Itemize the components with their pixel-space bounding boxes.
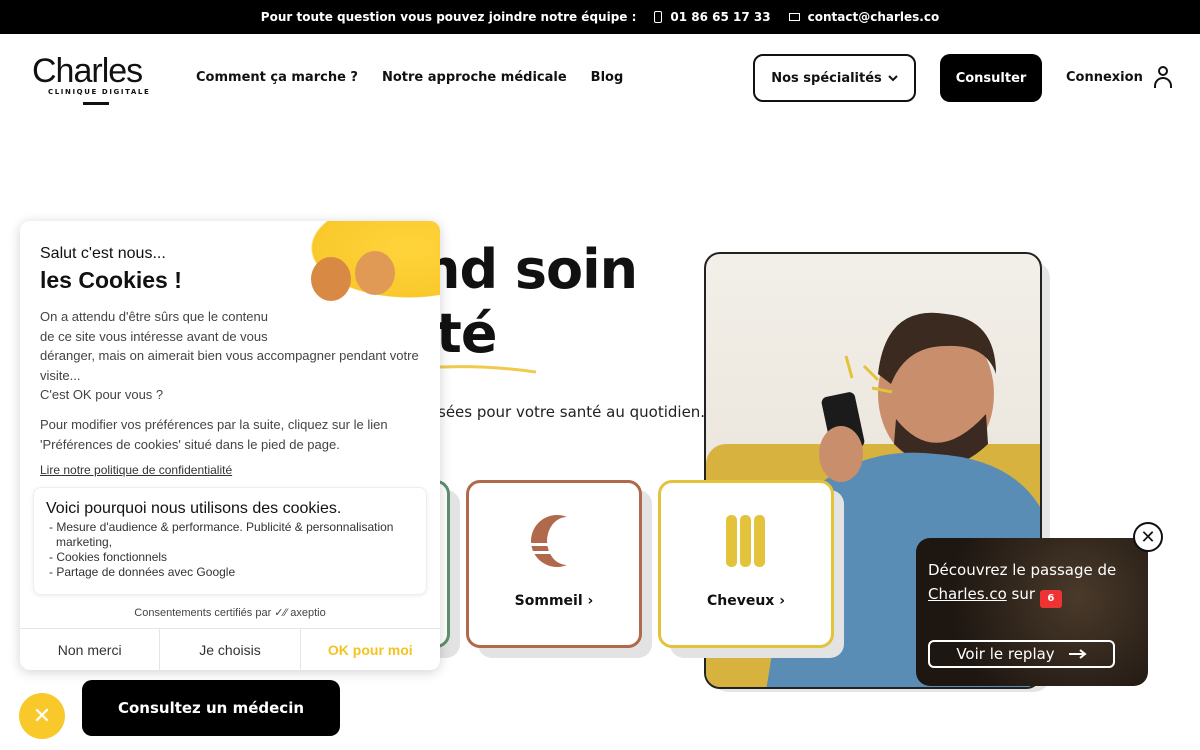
card-sommeil-label: Sommeil ›: [514, 593, 594, 609]
phone-link[interactable]: 01 86 65 17 33: [654, 10, 771, 24]
email-address: contact@charles.co: [807, 10, 940, 24]
close-video-button[interactable]: ✕: [1133, 522, 1163, 552]
contact-message: Pour toute question vous pouvez joindre …: [260, 10, 637, 24]
cookie-actions: Non merci Je choisis OK pour moi: [20, 628, 440, 670]
chevron-down-icon: [888, 75, 898, 82]
cookie-hello: Salut c'est nous...: [40, 245, 166, 262]
list-item: - Cookies fonctionnels: [49, 550, 168, 564]
email-link[interactable]: contact@charles.co: [788, 10, 940, 24]
arrow-right-icon: [1068, 649, 1087, 659]
nav-blog[interactable]: Blog: [591, 70, 624, 85]
replay-video-popup[interactable]: Découvrez le passage de Charles.co sur 6…: [916, 538, 1148, 686]
nav-comment-ca-marche[interactable]: Comment ça marche ?: [196, 70, 358, 85]
cookie-illustration: [285, 221, 440, 311]
main-nav: Comment ça marche ? Notre approche médic…: [196, 70, 623, 85]
card-cheveux[interactable]: Cheveux ›: [658, 480, 834, 648]
charles-link[interactable]: Charles.co: [928, 585, 1007, 603]
card-sommeil[interactable]: Sommeil ›: [466, 480, 642, 648]
nav-approche-medicale[interactable]: Notre approche médicale: [382, 70, 567, 85]
cookie-reasons-title: Voici pourquoi nous utilisons des cookie…: [46, 500, 342, 517]
site-header: Charles CLINIQUE DIGITALE Comment ça mar…: [0, 34, 1200, 122]
cookie-reasons-box: Voici pourquoi nous utilisons des cookie…: [33, 487, 427, 595]
axeptio-certification: Consentements certifiés par ✓⁄⁄ axeptio: [134, 607, 326, 619]
cookie-intro: On a attendu d'être sûrs que le contenu …: [40, 309, 419, 402]
close-cookie-button[interactable]: ✕: [19, 693, 65, 739]
consultez-medecin-button[interactable]: Consultez un médecin: [82, 680, 340, 736]
choose-cookies-button[interactable]: Je choisis: [160, 629, 301, 670]
list-item: marketing,: [56, 535, 113, 549]
cookie-consent-banner: Salut c'est nous... les Cookies ! On a a…: [20, 221, 440, 670]
charles-logo[interactable]: Charles CLINIQUE DIGITALE: [32, 54, 164, 105]
m6-logo-icon: 6: [1039, 590, 1062, 608]
voir-replay-button[interactable]: Voir le replay: [928, 640, 1115, 668]
logo-subtitle: CLINIQUE DIGITALE: [48, 88, 151, 96]
refuse-cookies-button[interactable]: Non merci: [20, 629, 161, 670]
specialites-label: Nos spécialités: [771, 70, 882, 86]
logo-bar: [83, 102, 109, 105]
specialites-dropdown-button[interactable]: Nos spécialités: [753, 54, 916, 102]
consulter-button[interactable]: Consulter: [940, 54, 1042, 102]
cookie-reasons-list: - Mesure d'audience & performance. Publi…: [49, 520, 419, 580]
top-contact-bar: Pour toute question vous pouvez joindre …: [0, 0, 1200, 34]
hair-icon: [726, 515, 765, 567]
list-item: - Partage de données avec Google: [49, 565, 236, 579]
connexion-link[interactable]: Connexion: [1066, 66, 1173, 88]
replay-text: Découvrez le passage de Charles.co sur 6: [928, 558, 1140, 608]
cookie-title: les Cookies !: [40, 267, 182, 293]
phone-number: 01 86 65 17 33: [670, 10, 771, 24]
list-item: - Mesure d'audience & performance. Publi…: [49, 520, 394, 534]
connexion-label: Connexion: [1066, 69, 1143, 85]
privacy-policy-link[interactable]: Lire notre politique de confidentialité: [40, 463, 232, 477]
logo-word: Charles: [32, 52, 143, 90]
cookie-preferences-note: Pour modifier vos préférences par la sui…: [40, 417, 388, 452]
card-cheveux-label: Cheveux ›: [706, 593, 785, 609]
accept-cookies-button[interactable]: OK pour moi: [301, 629, 440, 670]
phone-icon: [654, 11, 663, 23]
moon-icon: [531, 515, 567, 567]
user-icon: [1153, 66, 1173, 88]
mail-icon: [788, 13, 800, 21]
